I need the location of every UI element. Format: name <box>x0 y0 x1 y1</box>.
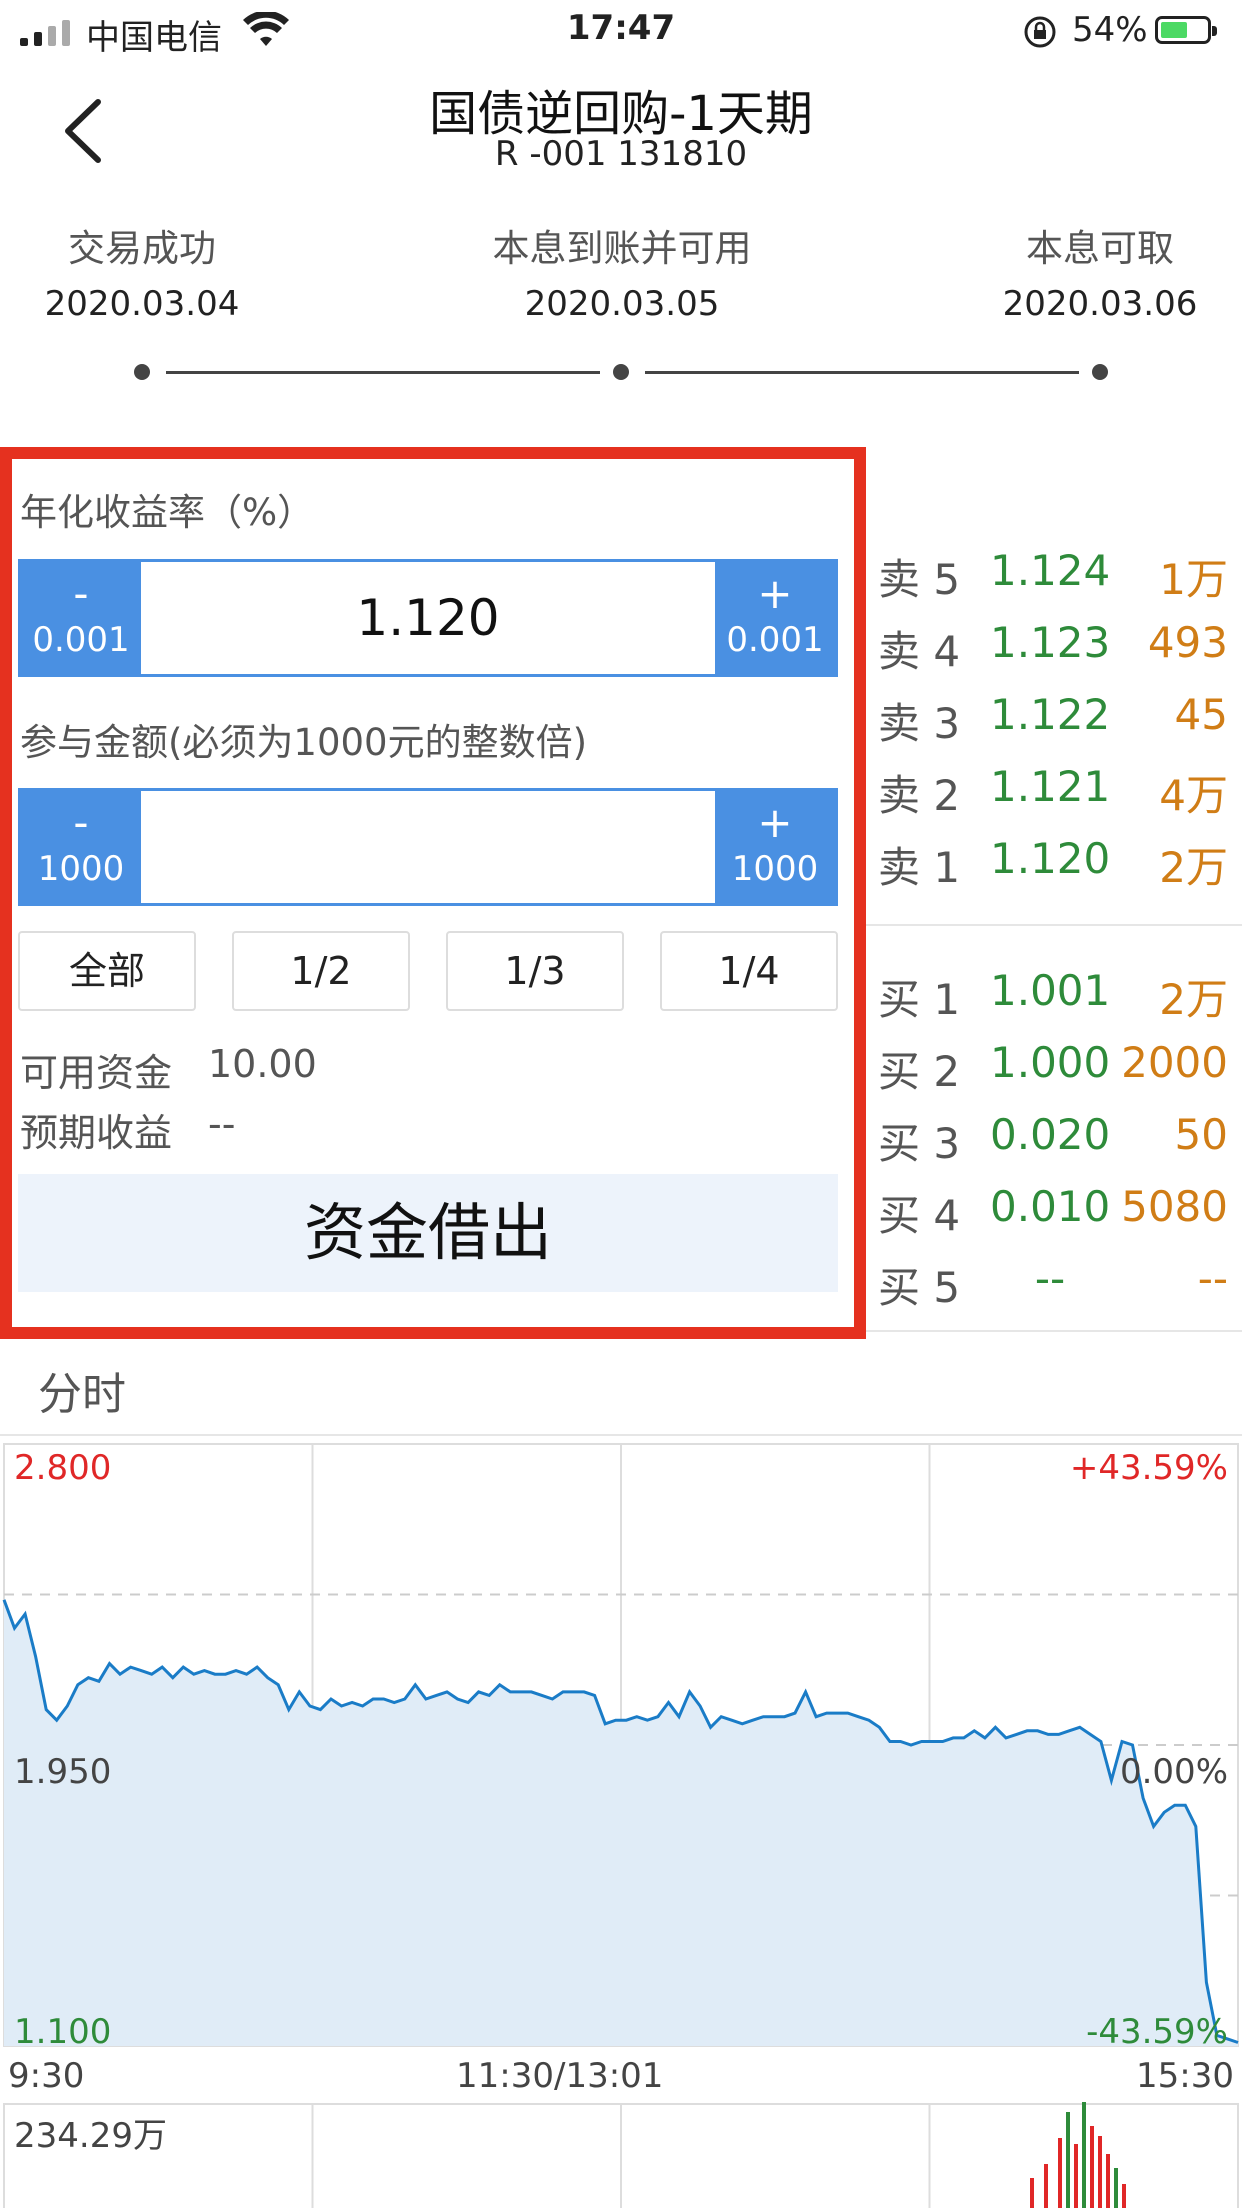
lend-funds-button[interactable]: 资金借出 <box>18 1174 838 1292</box>
volume-bar <box>1066 2112 1070 2208</box>
battery-icon <box>1155 16 1217 44</box>
bid-row[interactable]: 买 4 0.010 5080 <box>878 1182 1228 1242</box>
step-date-arrival: 2020.03.05 <box>524 284 720 324</box>
amount-decrease-button[interactable]: - 1000 <box>21 791 141 903</box>
fraction-third-button[interactable]: 1/3 <box>446 931 624 1011</box>
volume-bar <box>1044 2164 1048 2208</box>
available-funds-label: 可用资金 <box>20 1051 173 1095</box>
section-divider <box>0 1434 1242 1436</box>
bid-row[interactable]: 买 2 1.000 2000 <box>878 1038 1228 1098</box>
amount-stepper: - 1000 + 1000 <box>18 788 838 906</box>
amount-decrease-step: 1000 <box>37 849 125 889</box>
rate-stepper: - 0.001 1.120 + 0.001 <box>18 559 838 677</box>
volume-bar <box>1114 2168 1118 2208</box>
available-funds-value: 10.00 <box>208 1042 317 1086</box>
order-book-divider <box>866 924 1242 926</box>
x-axis-start-label: 9:30 <box>8 2056 85 2096</box>
timeline-dot <box>613 364 629 380</box>
amount-input[interactable] <box>141 791 715 903</box>
rate-label: 年化收益率（%） <box>20 491 315 534</box>
order-book-divider <box>866 1330 1242 1332</box>
security-code: R -001 131810 <box>494 134 748 174</box>
plus-icon: + <box>757 569 793 618</box>
intraday-tab[interactable]: 分时 <box>38 1358 126 1422</box>
amount-increase-step: 1000 <box>731 849 819 889</box>
step-date-withdraw: 2020.03.06 <box>1002 284 1198 324</box>
y-axis-bottom-label: 1.100 <box>14 2012 112 2052</box>
rate-input[interactable]: 1.120 <box>141 562 715 674</box>
pct-axis-top-label: +43.59% <box>1069 1448 1228 1488</box>
step-label-trade: 交易成功 <box>68 227 216 270</box>
x-axis-mid-label: 11:30/13:01 <box>456 2056 664 2096</box>
volume-bar <box>1098 2136 1102 2208</box>
volume-bar <box>1058 2138 1062 2208</box>
fraction-quarter-button[interactable]: 1/4 <box>660 931 838 1011</box>
volume-bar <box>1106 2154 1110 2208</box>
bid-row[interactable]: 买 3 0.020 50 <box>878 1110 1228 1170</box>
volume-bar <box>1082 2102 1086 2208</box>
ask-row[interactable]: 卖 1 1.120 2万 <box>878 834 1228 894</box>
step-label-arrival: 本息到账并可用 <box>492 227 752 270</box>
volume-bar <box>1030 2178 1034 2208</box>
ask-row[interactable]: 卖 3 1.122 45 <box>878 690 1228 750</box>
minus-icon: - <box>73 569 89 618</box>
volume-bar <box>1074 2144 1078 2208</box>
ask-row[interactable]: 卖 4 1.123 493 <box>878 618 1228 678</box>
timeline-dot <box>134 364 150 380</box>
timeline-line <box>166 371 600 374</box>
amount-label: 参与金额(必须为1000元的整数倍) <box>20 721 588 764</box>
rate-increase-step: 0.001 <box>726 620 824 660</box>
y-axis-top-label: 2.800 <box>14 1448 112 1488</box>
battery-percent: 54% <box>1072 10 1148 50</box>
step-date-trade: 2020.03.04 <box>44 284 240 324</box>
volume-bar <box>1122 2184 1126 2208</box>
fraction-all-button[interactable]: 全部 <box>18 931 196 1011</box>
pct-axis-bottom-label: -43.59% <box>1086 2012 1228 2052</box>
volume-max-label: 234.29万 <box>14 2116 167 2156</box>
timeline-dot <box>1092 364 1108 380</box>
rotation-lock-icon <box>1024 16 1056 48</box>
volume-bars <box>1030 2102 1126 2208</box>
x-axis-end-label: 15:30 <box>1136 2056 1234 2096</box>
plus-icon: + <box>757 798 793 847</box>
y-axis-mid-label: 1.950 <box>14 1752 112 1792</box>
timeline-line <box>645 371 1079 374</box>
ask-row[interactable]: 卖 2 1.121 4万 <box>878 762 1228 822</box>
minus-icon: - <box>73 798 89 847</box>
expected-return-label: 预期收益 <box>20 1111 173 1155</box>
bid-row[interactable]: 买 1 1.001 2万 <box>878 966 1228 1026</box>
volume-bar <box>1090 2126 1094 2208</box>
fraction-half-button[interactable]: 1/2 <box>232 931 410 1011</box>
rate-increase-button[interactable]: + 0.001 <box>715 562 835 674</box>
amount-increase-button[interactable]: + 1000 <box>715 791 835 903</box>
pct-axis-mid-label: 0.00% <box>1119 1752 1228 1792</box>
ask-row[interactable]: 卖 5 1.124 1万 <box>878 546 1228 606</box>
rate-decrease-button[interactable]: - 0.001 <box>21 562 141 674</box>
status-bar: 中国电信 17:47 54% <box>0 0 1242 60</box>
step-label-withdraw: 本息可取 <box>1026 227 1174 270</box>
bid-row[interactable]: 买 5 -- -- <box>878 1254 1228 1314</box>
expected-return-value: -- <box>208 1102 236 1146</box>
rate-decrease-step: 0.001 <box>32 620 130 660</box>
